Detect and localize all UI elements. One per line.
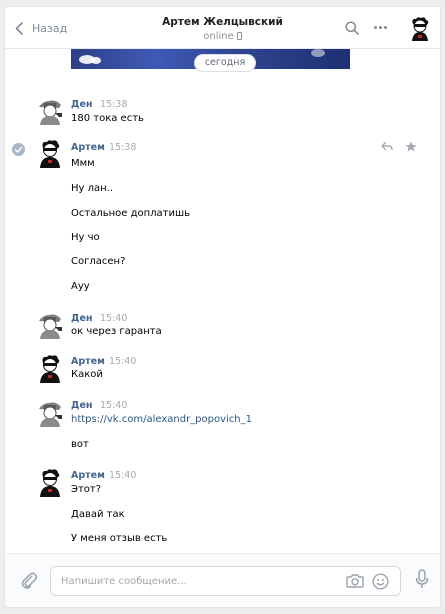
message-text: Какой <box>71 369 103 380</box>
attach-button[interactable] <box>21 571 37 592</box>
message-text: Ну чо <box>71 232 100 243</box>
author-avatar[interactable] <box>35 95 65 125</box>
voice-message-button[interactable] <box>415 569 429 592</box>
chat-window: Назад Артем Желцывский online сегодня Де… <box>4 6 441 608</box>
message-text: 180 тока есть <box>71 113 144 124</box>
message-author[interactable]: Артем <box>71 142 105 153</box>
message-text: Ауу <box>71 281 90 292</box>
masked-avatar-icon <box>40 469 60 497</box>
message-time[interactable]: 15:40 <box>100 400 127 411</box>
masked-avatar-icon <box>412 17 429 41</box>
detective-avatar-icon <box>39 100 62 125</box>
search-icon <box>345 21 359 35</box>
author-avatar[interactable] <box>35 353 65 383</box>
masked-avatar-icon <box>40 355 60 383</box>
camera-button[interactable] <box>346 573 364 592</box>
reply-icon[interactable] <box>381 141 393 152</box>
message-text: вот <box>71 439 89 450</box>
author-avatar[interactable] <box>35 467 65 497</box>
message-text: У меня отзыв есть <box>71 533 168 544</box>
message-input[interactable] <box>61 573 331 589</box>
emoji-button[interactable] <box>372 573 389 593</box>
online-status-text: online <box>203 31 234 42</box>
author-avatar[interactable] <box>35 138 65 168</box>
message-input-box[interactable] <box>50 566 401 596</box>
paperclip-icon <box>21 572 37 589</box>
message-time[interactable]: 15:40 <box>109 356 136 367</box>
date-separator: сегодня <box>194 54 256 72</box>
message-time[interactable]: 15:38 <box>109 142 136 153</box>
masked-avatar-icon <box>40 140 60 168</box>
star-icon[interactable] <box>405 141 417 152</box>
message-time[interactable]: 15:40 <box>109 470 136 481</box>
checkmark-icon <box>14 146 23 153</box>
message-author[interactable]: Ден <box>71 400 92 411</box>
message-text: Остальное доплатишь <box>71 208 191 219</box>
message-composer <box>5 553 440 607</box>
message-text: Давай так <box>71 509 125 520</box>
message-author[interactable]: Артем <box>71 356 105 367</box>
camera-icon <box>346 574 364 588</box>
detective-avatar-icon <box>39 402 62 427</box>
chat-header: Назад Артем Желцывский online <box>5 7 440 49</box>
message-text: Этот? <box>71 484 102 495</box>
message-actions <box>381 141 417 152</box>
header-avatar[interactable] <box>409 16 431 45</box>
message-text: Ну лан.. <box>71 183 114 194</box>
more-dots-icon[interactable] <box>374 26 387 29</box>
author-avatar[interactable] <box>35 309 65 339</box>
mobile-phone-icon <box>236 32 242 40</box>
search-button[interactable] <box>345 21 359 38</box>
online-status: online <box>5 31 440 42</box>
message-time[interactable]: 15:38 <box>100 99 127 110</box>
select-message-checkbox[interactable] <box>12 143 25 156</box>
microphone-icon <box>415 569 429 588</box>
message-author[interactable]: Артем <box>71 470 105 481</box>
author-avatar[interactable] <box>35 397 65 427</box>
message-time[interactable]: 15:40 <box>100 313 127 324</box>
message-text: ок через гаранта <box>71 326 162 337</box>
detective-avatar-icon <box>39 314 62 339</box>
smile-icon <box>372 573 389 590</box>
message-text: Ммм <box>71 158 95 169</box>
message-text: Согласен? <box>71 256 126 267</box>
message-link[interactable]: https://vk.com/alexandr_popovich_1 <box>71 414 252 425</box>
message-author[interactable]: Ден <box>71 99 92 110</box>
message-author[interactable]: Ден <box>71 313 92 324</box>
